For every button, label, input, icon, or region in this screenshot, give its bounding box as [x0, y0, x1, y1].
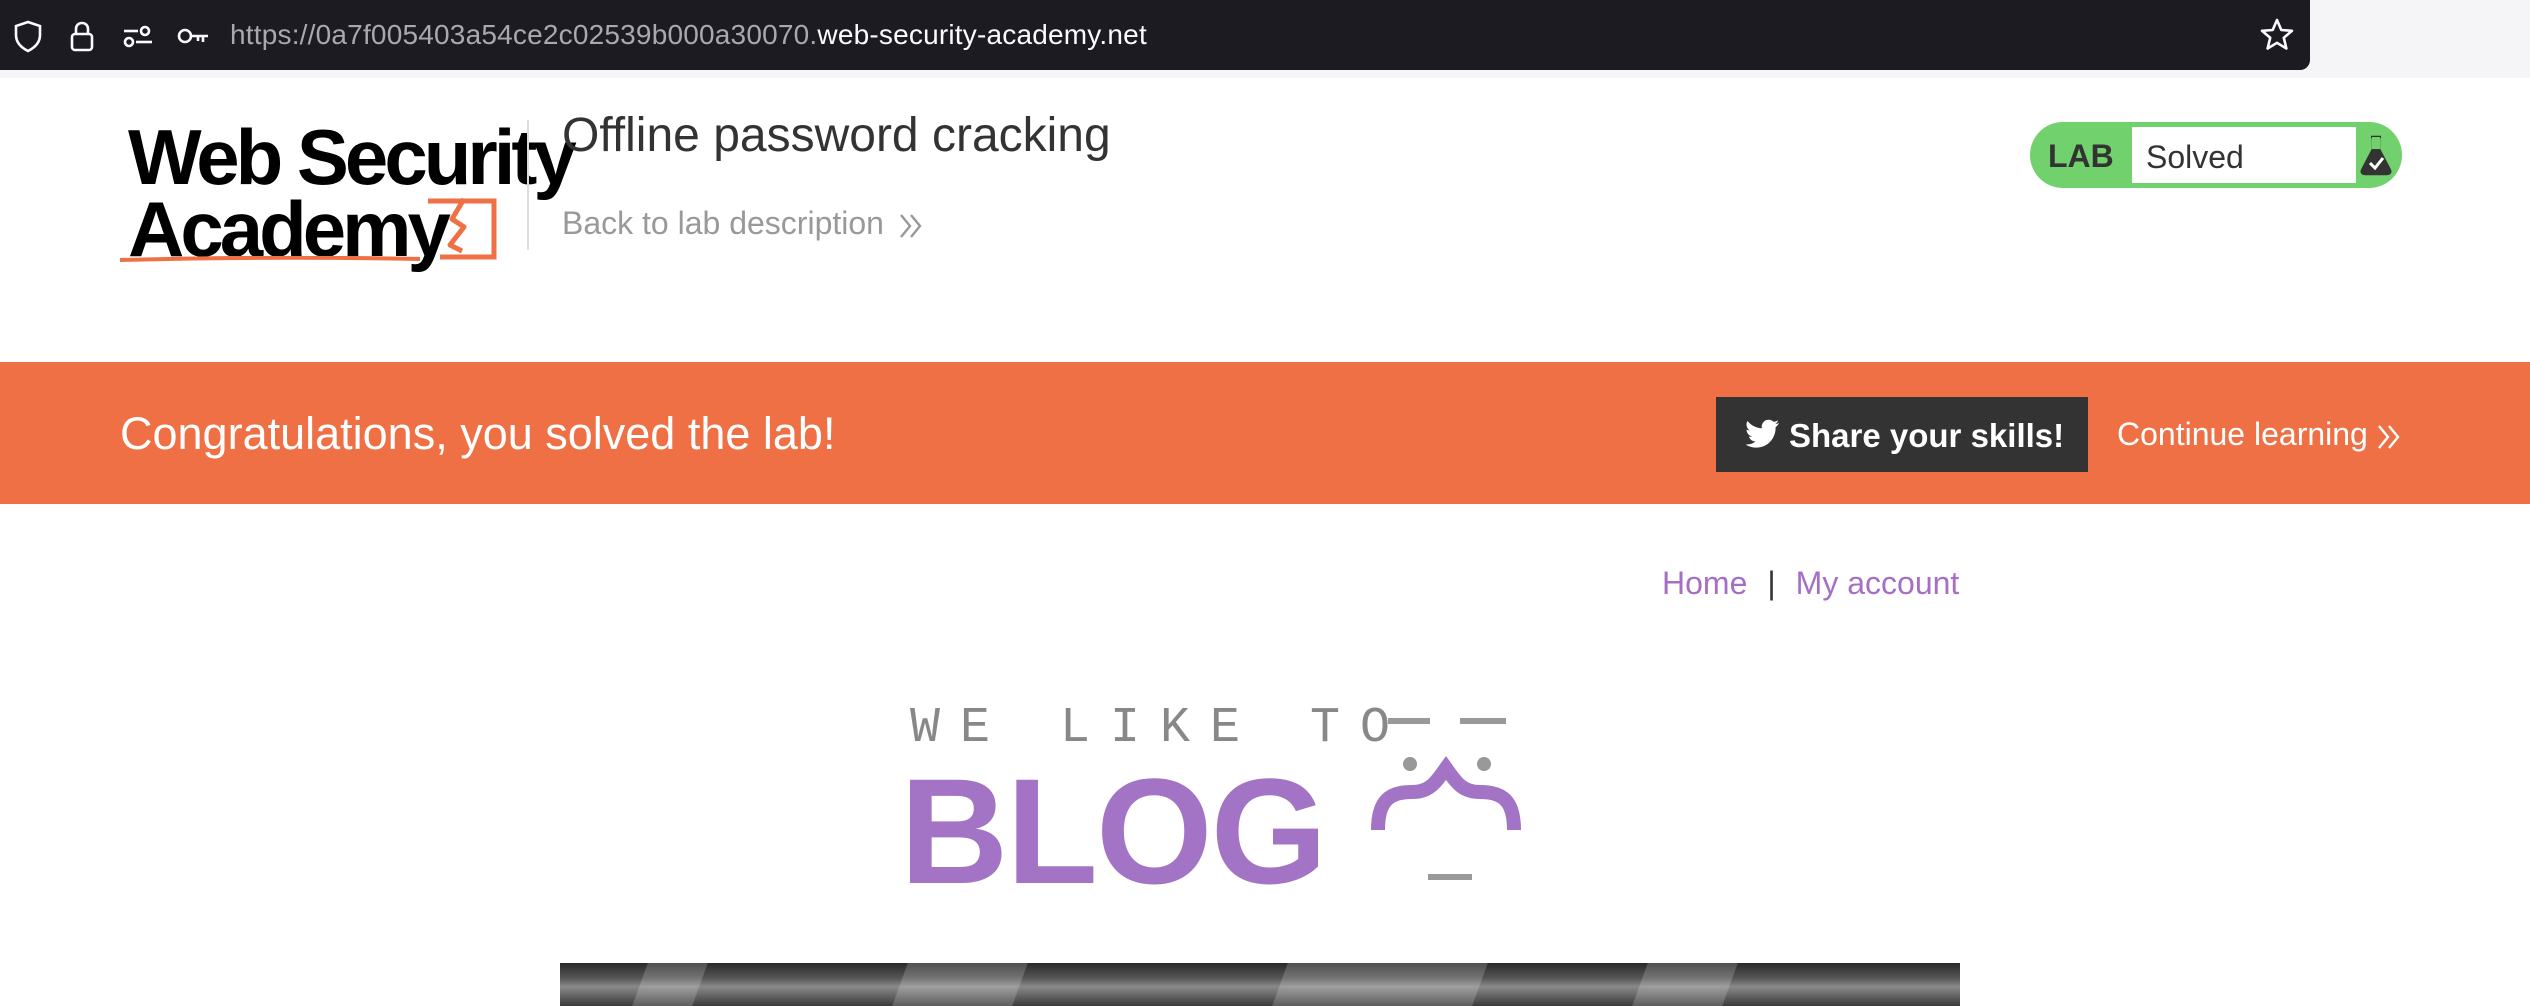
logo-underline: [120, 256, 420, 262]
bookmark-star-icon[interactable]: [2258, 16, 2296, 54]
lab-status-label: LAB: [2048, 138, 2114, 174]
back-link-label: Back to lab description: [562, 205, 884, 241]
lab-status-widget: LAB Solved: [2030, 122, 2402, 188]
shield-icon[interactable]: [10, 18, 46, 54]
lightning-bolt-icon: [428, 197, 497, 260]
url-prefix: https://0a7f005403a54ce2c02539b000a30070…: [230, 19, 818, 50]
academy-logo[interactable]: Web Security Academy: [120, 118, 577, 268]
blog-hero-image: [560, 963, 1960, 1006]
url-domain: web-security-academy.net: [817, 19, 1147, 50]
nav-separator: |: [1767, 565, 1776, 601]
lab-title: Offline password cracking: [562, 109, 1111, 162]
lab-solved-banner: Congratulations, you solved the lab! Sha…: [0, 362, 2530, 504]
nav-my-account-link[interactable]: My account: [1796, 565, 1960, 601]
continue-learning-link[interactable]: Continue learning: [2117, 416, 2402, 453]
url-text[interactable]: https://0a7f005403a54ce2c02539b000a30070…: [230, 19, 1147, 51]
blog-nav: Home | My account: [1662, 565, 1959, 602]
twitter-icon: [1746, 419, 1779, 448]
hero-image-texture: [1632, 963, 1738, 1006]
back-to-lab-description-link[interactable]: Back to lab description: [562, 205, 924, 242]
double-chevron-right-icon: [900, 213, 922, 238]
hero-image-texture: [1272, 963, 1488, 1006]
nav-home-link[interactable]: Home: [1662, 565, 1747, 601]
hero-image-texture: [892, 963, 1028, 1006]
header-divider: [527, 120, 529, 250]
key-icon[interactable]: [175, 18, 211, 54]
browser-toolbar: https://0a7f005403a54ce2c02539b000a30070…: [0, 0, 2530, 78]
continue-learning-label: Continue learning: [2117, 416, 2368, 452]
url-bar[interactable]: https://0a7f005403a54ce2c02539b000a30070…: [0, 0, 2310, 70]
lock-icon[interactable]: [64, 18, 100, 54]
congratulations-message: Congratulations, you solved the lab!: [120, 408, 836, 459]
share-button-label: Share your skills!: [1789, 417, 2065, 454]
flask-icon: [2360, 135, 2392, 176]
blog-face-icon: [1371, 718, 1521, 880]
blog-word: BLOG: [900, 747, 1327, 915]
lab-status-value: Solved: [2146, 139, 2244, 175]
permissions-icon[interactable]: [120, 18, 156, 54]
blog-logo: WE LIKE TO BLOG: [900, 700, 1620, 906]
hero-image-texture: [632, 963, 708, 1006]
share-your-skills-button[interactable]: Share your skills!: [1716, 397, 2088, 472]
double-chevron-right-icon: [2377, 424, 2400, 449]
lab-status-value-box: Solved: [2130, 125, 2358, 185]
